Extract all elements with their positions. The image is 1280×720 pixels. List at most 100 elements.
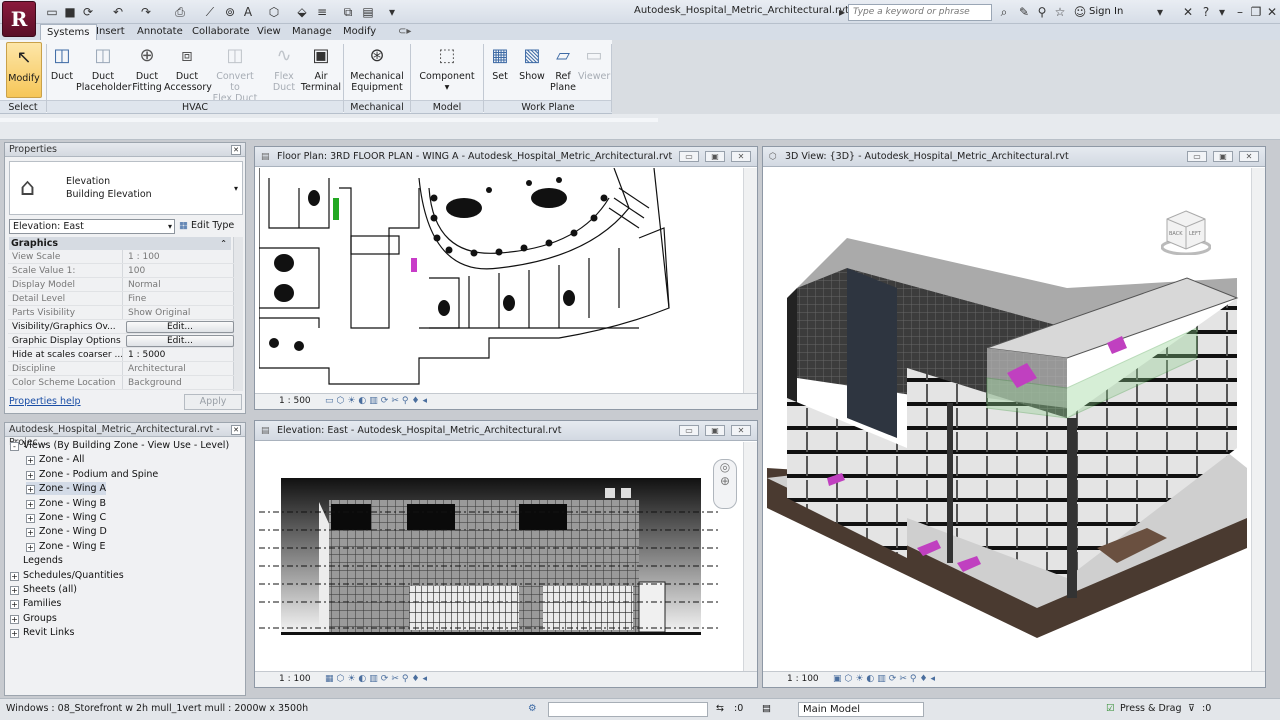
press-drag-checkbox-icon[interactable]: ☑ [1106,699,1115,719]
floor-plan-scale[interactable]: 1 : 500 [279,394,311,409]
view-controls-icons[interactable]: ▭⬡☀◐▥⟳✂⚲♦◂ [325,394,430,409]
browser-item[interactable]: + Zone - Wing B [26,497,106,510]
mechanical-equipment-button[interactable]: ⊛ Mechanical Equipment [348,44,406,93]
close-icon[interactable]: ✕ [1264,4,1280,20]
expand-icon[interactable]: + [10,629,19,639]
browser-item[interactable]: + Zone - Wing A [26,482,107,496]
collapse-icon[interactable]: - [10,442,19,451]
graphics-group-header[interactable]: Graphics ⌃ [9,237,231,250]
panel-work-plane[interactable]: Work Plane [484,100,612,113]
minimize-view-icon[interactable]: ▭ [1187,151,1207,162]
subscription-icon[interactable]: ✎ [1016,4,1032,20]
search-input[interactable]: Type a keyword or phrase [848,4,992,21]
properties-help-link[interactable]: Properties help [9,396,81,407]
text-icon[interactable]: A [240,4,256,20]
binoculars-icon[interactable]: ⌕ [996,4,1012,20]
browser-item[interactable]: + Families [10,597,61,610]
expand-icon[interactable]: + [10,586,19,595]
save-icon[interactable]: ■ [62,4,78,20]
duct-button[interactable]: ◫ Duct [44,44,80,82]
elevation-vscroll[interactable] [743,442,757,671]
switch-windows-icon[interactable]: ▤ [360,4,376,20]
tab-collaborate[interactable]: Collaborate [186,24,256,40]
panel-model[interactable]: Model [411,100,483,113]
elevation-drawing[interactable] [259,442,743,672]
browser-item[interactable]: + Zone - Podium and Spine [26,468,158,481]
viewer-button[interactable]: ▭ Viewer [578,44,610,82]
minimize-view-icon[interactable]: ▭ [679,151,699,162]
prop-visibility-graphics[interactable]: Visibility/Graphics Ov... Edit... [8,320,234,334]
editing-requests-icon[interactable]: ⇆ [716,699,724,719]
maximize-view-icon[interactable]: ▣ [1213,151,1233,162]
view-controls-icons[interactable]: ▣⬡☀◐▥⟳✂⚲♦◂ [833,672,938,687]
browser-item[interactable]: + Zone - Wing D [26,525,107,538]
browser-item[interactable]: - Views (By Building Zone - View Use - Le… [10,439,229,452]
browser-item[interactable]: Legends [10,554,63,567]
instance-filter-select[interactable]: Elevation: East ▾ [9,219,175,234]
type-selector[interactable]: ⌂ Elevation Building Elevation ▾ [9,161,243,215]
restore-icon[interactable]: ❐ [1248,4,1264,20]
worksets-icon[interactable]: ⚙ [528,699,537,719]
browser-item[interactable]: + Zone - Wing E [26,540,106,553]
apply-button[interactable]: Apply [184,394,242,410]
visibility-edit-button[interactable]: Edit... [126,321,234,333]
expand-icon[interactable]: + [26,514,35,523]
print-icon[interactable]: ⎙ [172,4,188,20]
tab-overflow-icon[interactable]: ⊂▸ [392,24,417,40]
3d-view[interactable]: 3D View: {3D} - Autodesk_Hospital_Metric… [762,146,1266,688]
browser-item[interactable]: + Revit Links [10,626,74,639]
section-icon[interactable]: ⬙ [294,4,310,20]
expand-icon[interactable]: + [26,528,35,538]
help-dropdown-icon[interactable]: ▾ [1214,4,1230,20]
help-icon[interactable]: ? [1198,4,1214,20]
tab-insert[interactable]: Insert [90,24,131,40]
floor-plan-view[interactable]: Floor Plan: 3RD FLOOR PLAN - WING A - Au… [254,146,758,410]
edit-type-button[interactable]: ▦ Edit Type [179,218,234,233]
duct-fitting-button[interactable]: ⊕ Duct Fitting [128,44,166,93]
maximize-view-icon[interactable]: ▣ [705,151,725,162]
prop-hide-at-scales[interactable]: Hide at scales coarser ... 1 : 5000 [8,348,234,362]
sign-in-link[interactable]: Sign In [1089,6,1123,17]
duct-accessory-button[interactable]: ⧈ Duct Accessory [164,44,212,93]
navigation-bar[interactable]: ◎ ⊕ [713,459,737,509]
close-hidden-icon[interactable]: ⧉ [340,4,356,20]
tab-view[interactable]: View [251,24,287,40]
ref-plane-button[interactable]: ▱ Ref Plane [548,44,578,93]
undo-icon[interactable]: ↶ [110,4,126,20]
measure-icon[interactable]: ⟋ [202,4,218,20]
prop-parts-visibility[interactable]: Parts Visibility Show Original [8,306,234,320]
browser-item[interactable]: + Zone - All [26,453,84,466]
panel-mechanical[interactable]: Mechanical [344,100,410,113]
expand-icon[interactable]: + [10,614,19,624]
expand-icon[interactable]: + [26,456,35,466]
communication-icon[interactable]: ⚲ [1034,4,1050,20]
properties-close-icon[interactable]: ✕ [231,145,241,155]
workset-select[interactable] [548,702,708,717]
properties-scrollbar[interactable] [233,237,243,391]
close-view-icon[interactable]: ✕ [731,151,751,162]
type-dropdown-icon[interactable]: ▾ [234,184,238,193]
3d-vscroll[interactable] [1251,168,1265,671]
tab-annotate[interactable]: Annotate [131,24,189,40]
show-workplane-button[interactable]: ▧ Show [516,44,548,82]
panel-hvac[interactable]: HVAC [47,100,343,113]
favorites-icon[interactable]: ☆ [1052,4,1068,20]
prop-detail-level[interactable]: Detail Level Fine [8,292,234,306]
flex-duct-button[interactable]: ∿ Flex Duct [266,44,302,93]
set-workplane-button[interactable]: ▦ Set [486,44,514,82]
elevation-view[interactable]: Elevation: East - Autodesk_Hospital_Metr… [254,420,758,688]
expand-icon[interactable]: + [26,499,35,509]
maximize-view-icon[interactable]: ▣ [705,425,725,436]
tab-manage[interactable]: Manage [286,24,338,40]
redo-icon[interactable]: ↷ [138,4,154,20]
convert-flex-button[interactable]: ◫ Convert to Flex Duct [210,44,260,104]
duct-placeholder-button[interactable]: ◫ Duct Placeholder [76,44,132,93]
prop-scale-value[interactable]: Scale Value 1: 100 [8,264,234,278]
filter-icon[interactable]: ⊽ [1188,699,1195,719]
viewcube[interactable]: BACK LEFT [1160,207,1212,256]
exchange-icon[interactable]: ✕ [1180,4,1196,20]
graphic-display-edit-button[interactable]: Edit... [126,335,234,347]
floor-plan-vscroll[interactable] [743,168,757,393]
prop-color-scheme-location[interactable]: Color Scheme Location Background [8,376,234,390]
signin-dropdown-icon[interactable]: ▾ [1152,4,1168,20]
